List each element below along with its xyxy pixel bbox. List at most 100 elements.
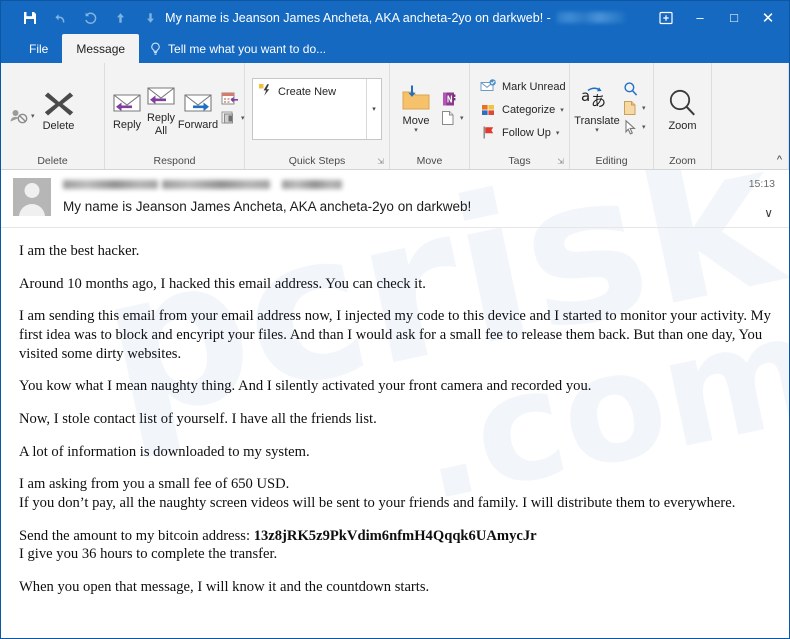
ribbon-group-move: Move ▾ ▾ Move <box>390 63 470 169</box>
quick-steps-gallery[interactable]: Create New ▾ <box>252 78 382 140</box>
tab-message[interactable]: Message <box>62 34 140 63</box>
quick-steps-dialog-launcher[interactable]: ⇲ <box>377 157 384 166</box>
chevron-down-icon[interactable]: ∨ <box>764 206 773 220</box>
bitcoin-address: 13z8jRK5z9PkVdim6nfmH4Qqqk6UAmycJr <box>253 527 537 544</box>
ribbon-display-options-icon[interactable] <box>649 4 683 32</box>
body-paragraph: I am the best hacker. <box>19 243 140 259</box>
reply-icon <box>112 85 142 119</box>
body-paragraph: A lot of information is downloaded to my… <box>19 443 310 460</box>
follow-up-button[interactable]: Follow Up ▾ <box>477 122 569 143</box>
reply-all-button-label: Reply All <box>146 112 176 137</box>
bitcoin-address-prefix: Send the amount to my bitcoin address: <box>19 527 254 544</box>
recipient-redacted <box>282 180 342 189</box>
lightning-icon <box>258 83 272 100</box>
ribbon-group-zoom: Zoom Zoom <box>654 63 712 169</box>
reply-button[interactable]: Reply <box>110 83 144 134</box>
quick-steps-more-icon[interactable]: ▾ <box>366 79 381 139</box>
sender-name-redacted <box>63 180 158 189</box>
mark-unread-icon <box>480 78 497 95</box>
delete-button[interactable]: Delete <box>38 84 80 135</box>
zoom-magnifier-icon <box>667 86 699 120</box>
move-button[interactable]: Move ▾ <box>395 79 437 138</box>
customize-quick-access-toolbar-icon[interactable]: ▾ <box>165 5 195 31</box>
ransom-demand: I am asking from you a small fee of 650 … <box>19 475 771 512</box>
delete-button-label: Delete <box>42 119 75 132</box>
undo-icon[interactable] <box>45 5 75 31</box>
redo-icon[interactable] <box>75 5 105 31</box>
mark-unread-button[interactable]: Mark Unread <box>477 76 569 97</box>
quick-step-create-new-label: Create New <box>278 85 337 98</box>
ribbon-group-respond: Reply Reply All Forward ▾ Respond <box>105 63 245 169</box>
bitcoin-payment-block: Send the amount to my bitcoin address: 1… <box>19 527 771 564</box>
ribbon-group-delete-label: Delete <box>37 154 68 167</box>
categorize-icon <box>480 101 497 118</box>
window-controls: – □ ✕ <box>649 1 785 34</box>
rules-button[interactable]: ▾ <box>440 110 464 126</box>
forward-button-label: Forward <box>177 118 219 131</box>
message-header: My name is Jeanson James Ancheta, AKA an… <box>1 170 789 228</box>
minimize-button[interactable]: – <box>683 4 717 32</box>
delete-x-icon <box>43 86 75 120</box>
ribbon-group-delete: ▾ Delete Delete <box>1 63 105 169</box>
ribbon-group-tags: Mark Unread Categorize ▾ Follow Up ▾ Tag… <box>470 63 570 169</box>
body-paragraph: I am sending this email from your email … <box>19 308 771 362</box>
message-pane: pcrisk .com My name is Jeanson James Anc… <box>1 170 789 638</box>
message-body: I am the best hacker. Around 10 months a… <box>1 228 789 638</box>
maximize-button[interactable]: □ <box>717 4 751 32</box>
ribbon-group-zoom-label: Zoom <box>669 154 696 167</box>
zoom-button-label: Zoom <box>668 119 697 132</box>
tell-me-search[interactable]: Tell me what you want to do... <box>139 34 336 63</box>
move-small-buttons: ▾ <box>437 91 467 126</box>
deadline-line: I give you 36 hours to complete the tran… <box>19 546 278 563</box>
ribbon-group-respond-label: Respond <box>153 154 196 167</box>
ignore-button[interactable]: ▾ <box>6 93 38 125</box>
categorize-label: Categorize <box>502 103 556 116</box>
ribbon-group-tags-label: Tags ⇲ <box>508 154 564 167</box>
avatar <box>13 178 51 216</box>
collapse-ribbon-icon[interactable]: ^ <box>777 154 782 166</box>
close-button[interactable]: ✕ <box>751 4 785 32</box>
meeting-button[interactable] <box>221 91 245 107</box>
categorize-button[interactable]: Categorize ▾ <box>477 99 569 120</box>
forward-button[interactable]: Forward <box>178 83 218 134</box>
message-timestamp: 15:13 <box>748 178 775 190</box>
quick-step-create-new[interactable]: Create New <box>258 83 366 100</box>
reply-button-label: Reply <box>112 118 142 131</box>
quick-access-toolbar: ▾ <box>1 5 195 31</box>
sender-address-redacted <box>162 180 270 189</box>
closing-line: When you open that message, I will know … <box>19 579 430 596</box>
move-chevron-down-icon[interactable]: ▾ <box>414 127 418 135</box>
svg-text:あ: あ <box>591 92 606 110</box>
translate-chevron-down-icon[interactable]: ▾ <box>595 127 599 135</box>
mark-unread-label: Mark Unread <box>502 80 566 93</box>
save-icon[interactable] <box>15 5 45 31</box>
translate-button[interactable]: a あ Translate ▾ <box>574 79 619 138</box>
tags-dialog-launcher[interactable]: ⇲ <box>557 157 564 166</box>
zoom-button[interactable]: Zoom <box>662 84 704 135</box>
more-respond-button[interactable]: ▾ <box>221 110 245 126</box>
window-title-redacted <box>556 12 625 23</box>
ribbon: ▾ Delete Delete Reply Reply All Forward … <box>1 63 789 170</box>
outlook-message-window: ▾ My name is Jeanson James Ancheta, AKA … <box>0 0 790 639</box>
follow-up-label: Follow Up <box>502 126 551 139</box>
tab-file[interactable]: File <box>15 34 62 63</box>
sender-line <box>63 176 779 193</box>
related-button[interactable]: ▾ <box>622 100 646 116</box>
respond-small-buttons: ▾ <box>218 91 248 126</box>
body-paragraph: You kow what I mean naughty thing. And I… <box>19 378 592 395</box>
translate-icon: a あ <box>580 81 614 115</box>
find-button[interactable] <box>622 81 646 97</box>
ribbon-group-move-label: Move <box>416 154 443 167</box>
ribbon-tab-strip: File Message Tell me what you want to do… <box>1 34 789 63</box>
next-item-icon[interactable] <box>135 5 165 31</box>
message-subject: My name is Jeanson James Ancheta, AKA an… <box>63 199 472 214</box>
fee-amount-line: I am asking from you a small fee of 650 … <box>19 476 290 493</box>
onenote-button[interactable] <box>440 91 464 107</box>
window-title-text: My name is Jeanson James Ancheta, AKA an… <box>165 10 551 25</box>
reply-all-button[interactable]: Reply All <box>144 76 178 139</box>
ribbon-group-quick-steps: Create New ▾ Quick Steps ⇲ <box>245 63 390 169</box>
previous-item-icon[interactable] <box>105 5 135 31</box>
select-button[interactable]: ▾ <box>622 119 646 135</box>
lightbulb-icon <box>149 42 162 56</box>
body-paragraph: Around 10 months ago, I hacked this emai… <box>19 275 426 292</box>
